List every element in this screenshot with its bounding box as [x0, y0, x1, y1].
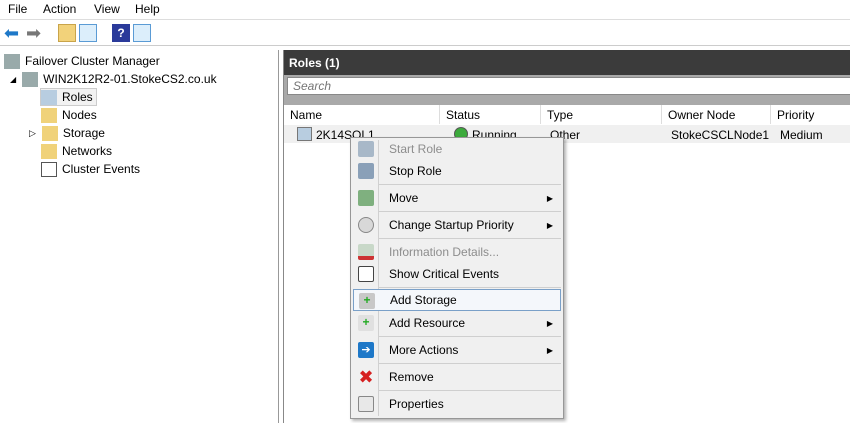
menu-file[interactable]: File [8, 2, 27, 16]
forward-arrow-icon[interactable]: ➡ [26, 24, 44, 42]
up-folder-icon[interactable] [58, 24, 76, 42]
tree-item-roles[interactable]: Roles [40, 88, 97, 106]
separator [379, 363, 561, 364]
console-tree: Failover Cluster Manager ◢ WIN2K12R2-01.S… [0, 50, 279, 423]
menu-item-remove[interactable]: ✖ Remove [353, 366, 561, 388]
submenu-arrow-icon: ▶ [546, 318, 553, 328]
tree-item-storage[interactable]: ▷ Storage [29, 124, 105, 142]
collapsed-arrow-icon[interactable]: ▷ [29, 128, 36, 139]
remove-icon: ✖ [358, 367, 374, 387]
separator [379, 390, 561, 391]
expanded-arrow-icon[interactable]: ◢ [10, 75, 16, 84]
nodes-icon [41, 107, 57, 123]
separator [379, 211, 561, 212]
separator [379, 336, 561, 337]
menu-item-information-details[interactable]: Information Details... [353, 241, 561, 263]
submenu-arrow-icon: ▶ [546, 220, 553, 230]
search-band [284, 75, 850, 105]
storage-icon [41, 125, 58, 141]
show-hide-action-pane-icon[interactable] [133, 24, 151, 42]
separator [379, 238, 561, 239]
start-role-icon [358, 141, 374, 157]
show-hide-console-tree-icon[interactable] [79, 24, 97, 42]
pane-title: Roles (1) [284, 50, 850, 75]
menu-view[interactable]: View [94, 2, 120, 16]
tree-root[interactable]: Failover Cluster Manager [4, 52, 160, 70]
search-input[interactable] [287, 77, 850, 95]
toolbar: ⬅ ➡ ? [0, 19, 850, 46]
column-type[interactable]: Type [541, 105, 662, 124]
tree-item-networks[interactable]: Networks [41, 142, 112, 160]
column-name[interactable]: Name [284, 105, 440, 124]
cluster-events-icon [41, 161, 57, 177]
menu-item-add-resource[interactable]: + Add Resource ▶ [353, 312, 561, 334]
tree-cluster[interactable]: ◢ WIN2K12R2-01.StokeCS2.co.uk [10, 70, 217, 88]
add-storage-icon: + [359, 293, 375, 309]
help-icon[interactable]: ? [112, 24, 130, 42]
priority-icon [358, 217, 374, 233]
menu-item-more-actions[interactable]: ➔ More Actions ▶ [353, 339, 561, 361]
column-owner-node[interactable]: Owner Node [662, 105, 771, 124]
networks-icon [41, 143, 57, 159]
cell-owner-node: StokeCSCLNode1 [671, 128, 770, 142]
info-details-icon [358, 244, 374, 260]
more-actions-icon: ➔ [358, 342, 374, 358]
cell-priority: Medium [780, 128, 823, 142]
submenu-arrow-icon: ▶ [546, 193, 553, 203]
role-icon [297, 127, 312, 141]
menu-item-properties[interactable]: Properties [353, 393, 561, 415]
column-status[interactable]: Status [440, 105, 541, 124]
roles-icon [41, 89, 57, 105]
submenu-arrow-icon: ▶ [546, 345, 553, 355]
menu-item-stop-role[interactable]: Stop Role [353, 160, 561, 182]
menu-item-move[interactable]: Move ▶ [353, 187, 561, 209]
column-priority[interactable]: Priority [771, 105, 850, 124]
menu-item-change-startup-priority[interactable]: Change Startup Priority ▶ [353, 214, 561, 236]
events-icon [358, 266, 374, 282]
menu-item-start-role[interactable]: Start Role [353, 138, 561, 160]
separator [379, 184, 561, 185]
stop-role-icon [358, 163, 374, 179]
separator [379, 287, 561, 288]
cluster-icon [22, 71, 39, 87]
context-menu: Start Role Stop Role Move ▶ Change Startu… [350, 137, 564, 419]
menu-action[interactable]: Action [43, 2, 76, 16]
cluster-manager-icon [4, 53, 20, 69]
menu-item-show-critical-events[interactable]: Show Critical Events [353, 263, 561, 285]
menu-help[interactable]: Help [135, 2, 160, 16]
tree-item-nodes[interactable]: Nodes [41, 106, 97, 124]
menu-bar: File Action View Help [0, 0, 850, 18]
move-icon [358, 190, 374, 206]
tree-item-cluster-events[interactable]: Cluster Events [41, 160, 140, 178]
properties-icon [358, 396, 374, 412]
menu-item-add-storage[interactable]: + Add Storage [353, 289, 561, 311]
back-arrow-icon[interactable]: ⬅ [4, 24, 22, 42]
add-resource-icon: + [358, 315, 374, 331]
